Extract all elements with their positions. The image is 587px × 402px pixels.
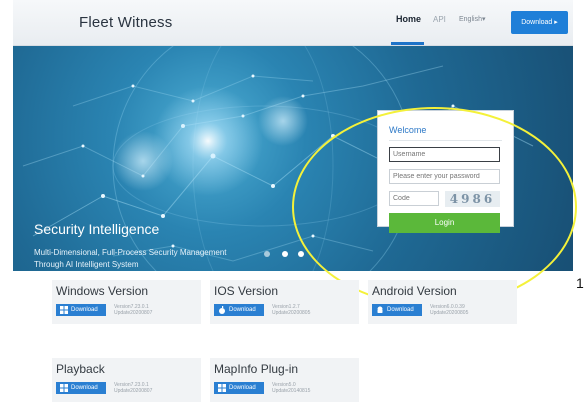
brand-logo[interactable]: Fleet Witness <box>79 14 172 31</box>
windows-icon <box>218 384 226 392</box>
carousel-dot-2[interactable] <box>282 251 288 257</box>
download-label: Download <box>387 307 414 313</box>
card-playback: Playback Download Version7.23.0.1 Update… <box>52 358 201 402</box>
carousel-dot-3[interactable] <box>298 251 304 257</box>
update-date: Update20140815 <box>272 388 311 394</box>
chevron-down-icon: ▾ <box>481 16 486 23</box>
card-windows: Windows Version Download Version7.23.0.1… <box>52 280 201 324</box>
android-download-button[interactable]: Download <box>372 304 422 316</box>
playback-download-button[interactable]: Download <box>56 382 106 394</box>
annotation-number: 1 <box>576 275 584 291</box>
windows-download-button[interactable]: Download <box>56 304 106 316</box>
carousel-dot-1[interactable] <box>264 251 270 257</box>
card-title: Android Version <box>372 284 457 298</box>
card-ios: IOS Version Download Version1.2.7 Update… <box>210 280 359 324</box>
update-date: Update20200807 <box>114 310 153 316</box>
hero-subtitle-line1: Multi-Dimensional, Full-Process Security… <box>34 248 227 257</box>
hero-subtitle-line2: Through AI Intelligent System <box>34 260 139 269</box>
version-info: Version5.0 Update20140815 <box>272 382 310 394</box>
nav-home-link[interactable]: Home <box>396 14 421 24</box>
download-label: Download <box>229 385 256 391</box>
chevron-right-icon: ▸ <box>554 19 558 26</box>
update-date: Update20200805 <box>430 310 469 316</box>
card-title: MapInfo Plug-in <box>214 362 299 376</box>
ios-download-button[interactable]: Download <box>214 304 264 316</box>
windows-icon <box>60 306 68 314</box>
card-title: IOS Version <box>214 284 279 298</box>
mapinfo-download-button[interactable]: Download <box>214 382 264 394</box>
update-date: Update20200805 <box>272 310 311 316</box>
active-nav-indicator <box>391 42 424 45</box>
version-info: Version7.23.0.1 Update20200807 <box>114 382 152 394</box>
page: Fleet Witness Home API English▾ Download… <box>0 0 587 402</box>
download-label: Download <box>71 385 98 391</box>
update-date: Update20200807 <box>114 388 153 394</box>
top-nav-bar: Fleet Witness Home API English▾ Download… <box>13 0 573 46</box>
card-mapinfo: MapInfo Plug-in Download Version5.0 Upda… <box>210 358 359 402</box>
card-android: Android Version Download Version6.0.0.39… <box>368 280 517 324</box>
card-title: Windows Version <box>56 284 149 298</box>
version-info: Version7.23.0.1 Update20200807 <box>114 304 152 316</box>
language-selector[interactable]: English▾ <box>459 15 485 23</box>
apple-icon <box>219 306 225 314</box>
header-download-button[interactable]: Download ▸ <box>511 11 568 34</box>
version-info: Version1.2.7 Update20200805 <box>272 304 310 316</box>
download-label: Download <box>71 307 98 313</box>
version-info: Version6.0.0.39 Update20200805 <box>430 304 468 316</box>
download-label: Download <box>521 19 553 26</box>
nav-api-link[interactable]: API <box>433 15 446 24</box>
download-label: Download <box>229 307 256 313</box>
hero-title: Security Intelligence <box>34 221 160 237</box>
windows-icon <box>60 384 68 392</box>
highlight-ellipse <box>292 107 577 307</box>
android-icon <box>377 306 383 313</box>
card-title: Playback <box>56 362 105 376</box>
language-label: English <box>459 16 482 23</box>
